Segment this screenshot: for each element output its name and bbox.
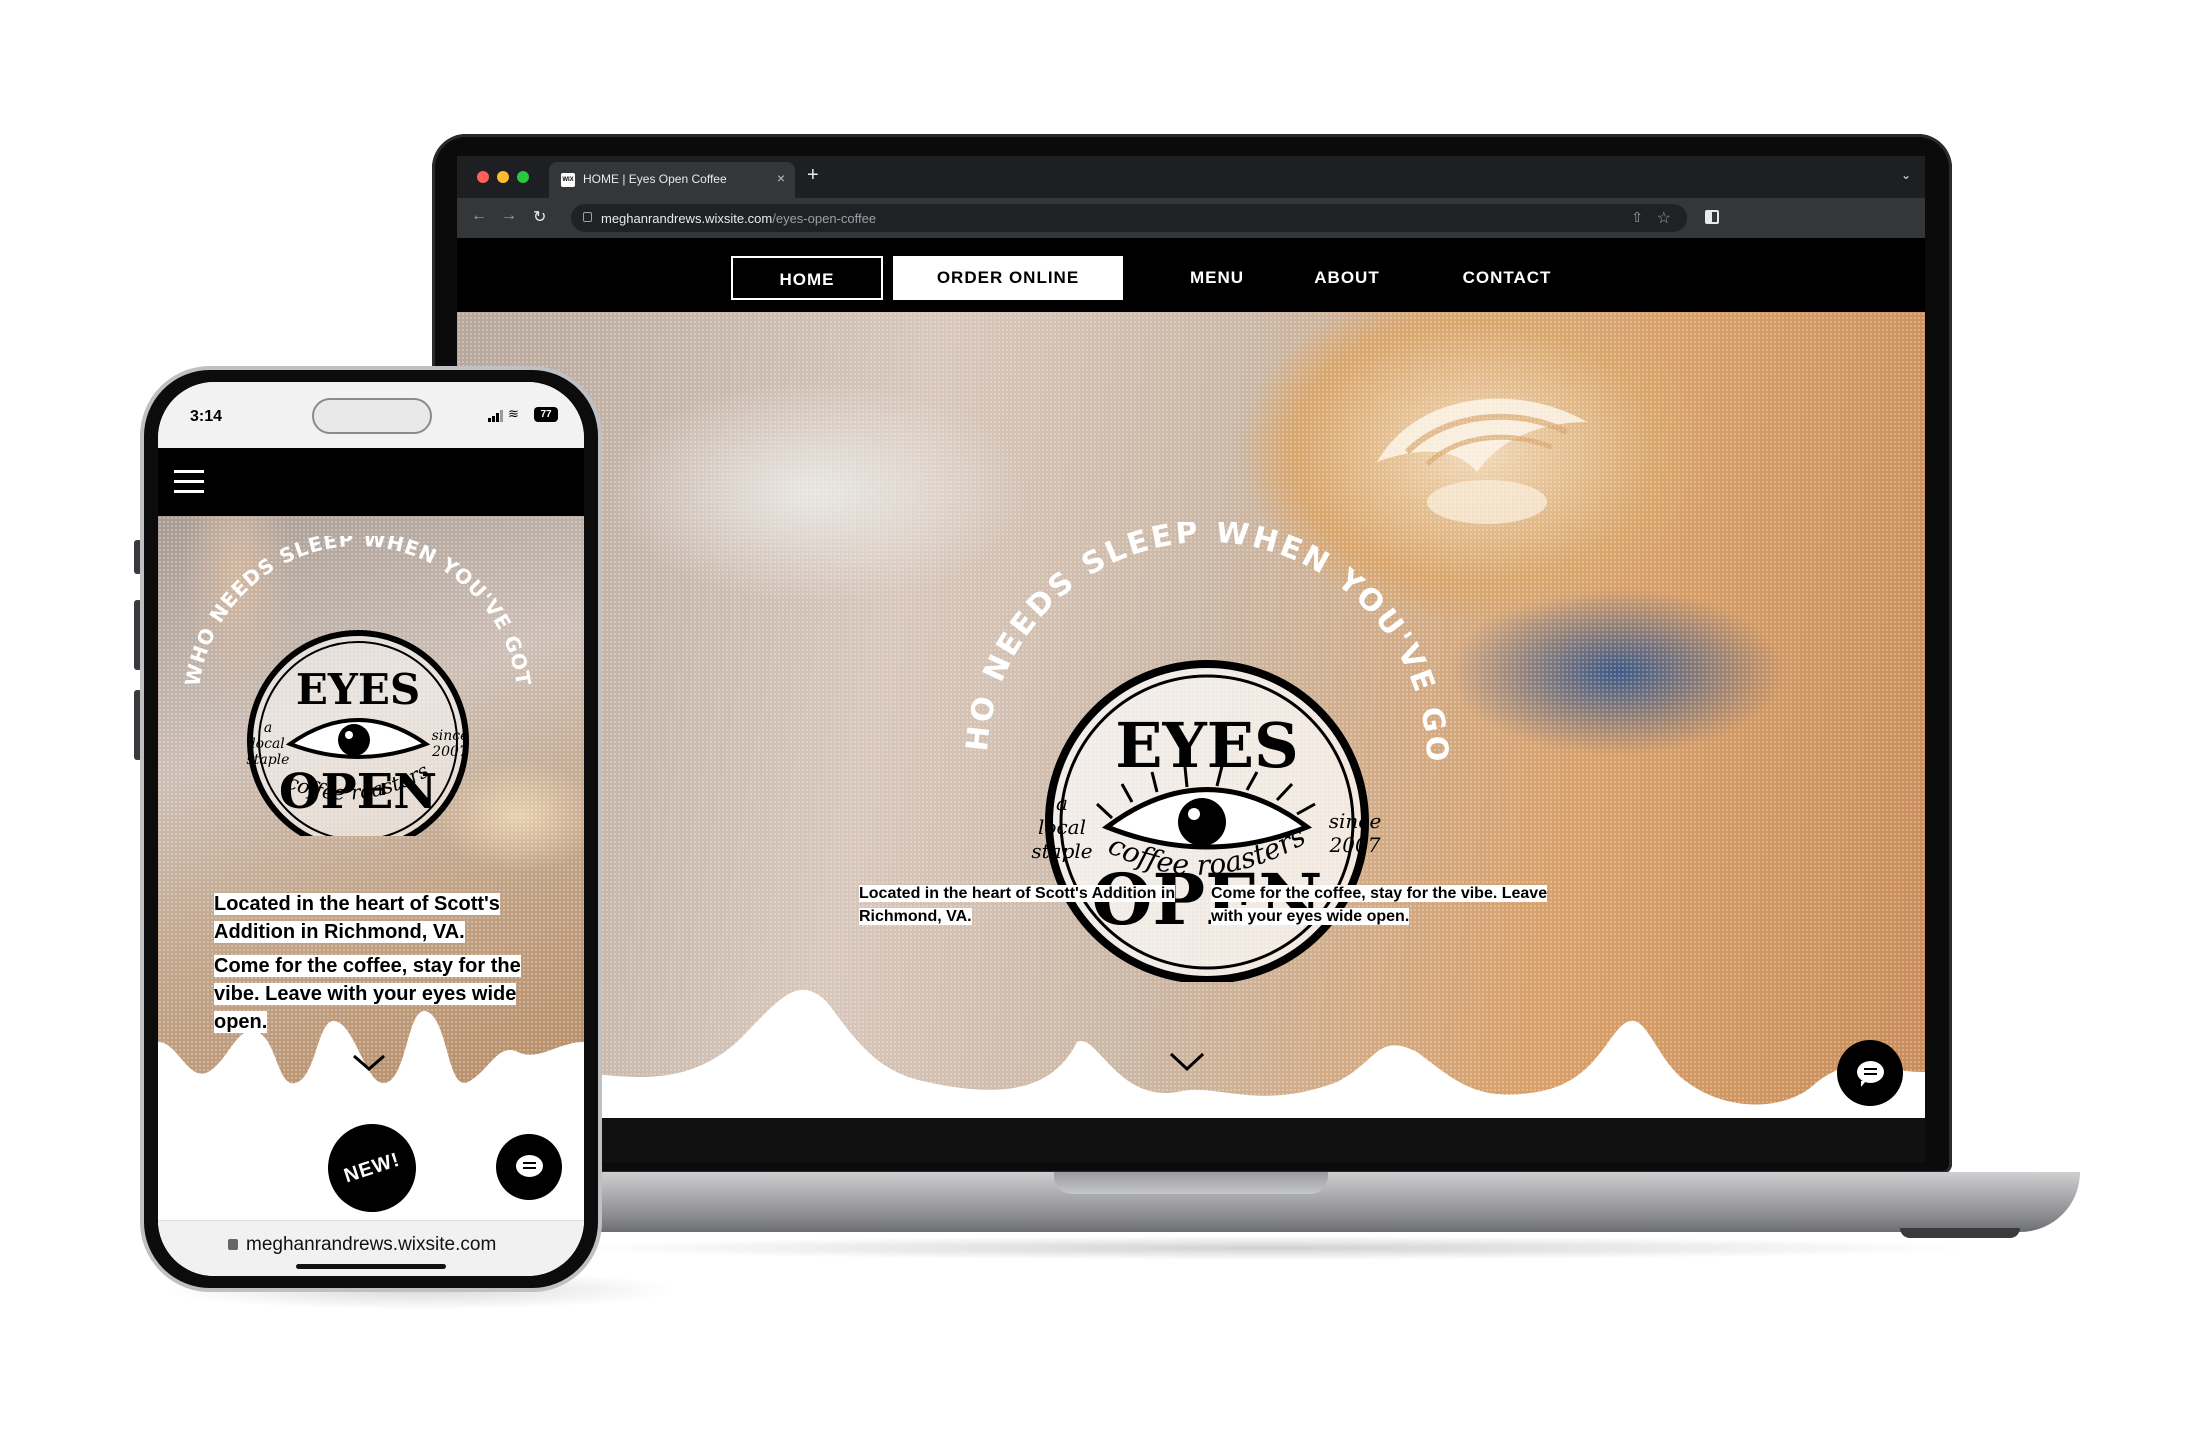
mobile-location-text: Located in the heart of Scott's Addition… — [214, 893, 500, 943]
nav-order-online[interactable]: ORDER ONLINE — [893, 256, 1123, 300]
laptop-foot — [1900, 1228, 2020, 1238]
nav-home[interactable]: HOME — [731, 256, 883, 300]
site-nav: HOME ORDER ONLINE MENU ABOUT CONTACT — [457, 238, 1925, 312]
nav-about[interactable]: ABOUT — [1277, 256, 1417, 300]
mobile-header — [158, 448, 584, 516]
laptop-screen: WIX HOME | Eyes Open Coffee × + ⌄ ← → ↻ … — [457, 156, 1925, 1162]
mobile-eyes-open-logo: WHO NEEDS SLEEP WHEN YOU'VE GOT EYES a l… — [180, 536, 535, 836]
phone-screen: 3:14 ≋ 77 WHO NEEDS SLEEP WHEN YOU'VE GO… — [158, 382, 584, 1276]
mobile-logo-tag-since: since — [432, 728, 469, 744]
laptop-notch — [1054, 1172, 1328, 1194]
wix-favicon-icon: WIX — [561, 173, 575, 187]
nav-menu[interactable]: MENU — [1157, 256, 1277, 300]
hero-section: WHO NEEDS SLEEP WHEN YOU'VE GOT EYES a l… — [457, 312, 1925, 1118]
reload-icon[interactable]: ↻ — [533, 207, 546, 227]
wifi-icon: ≋ — [508, 406, 519, 421]
share-icon[interactable]: ⇧ — [1631, 209, 1643, 226]
battery-icon: 77 — [534, 407, 558, 422]
hero-location-text: Located in the heart of Scott's Addition… — [859, 885, 1176, 925]
close-window-button[interactable] — [477, 171, 489, 183]
status-bar: 3:14 ≋ 77 — [158, 382, 584, 448]
logo-tag-staple: staple — [1031, 839, 1092, 863]
hero-drip-wave — [457, 989, 1925, 1118]
logo-tag-year: 2007 — [1329, 833, 1381, 857]
browser-tab-bar: WIX HOME | Eyes Open Coffee × + ⌄ — [457, 156, 1925, 198]
mobile-chevron-down-icon[interactable] — [352, 1054, 386, 1072]
tab-search-chevron-icon[interactable]: ⌄ — [1901, 168, 1911, 182]
logo-eyes-word: EYES — [1115, 709, 1299, 782]
new-tab-icon[interactable]: + — [807, 164, 819, 187]
home-indicator[interactable] — [296, 1264, 446, 1269]
mobile-logo-tag-a: a — [264, 720, 272, 736]
signal-icon — [488, 410, 503, 422]
back-arrow-icon[interactable]: ← — [471, 207, 487, 225]
mobile-logo-eyes-word: EYES — [296, 665, 420, 714]
bookmark-star-icon[interactable]: ☆ — [1657, 208, 1671, 228]
minimize-window-button[interactable] — [497, 171, 509, 183]
browser-toolbar: ← → ↻ meghanrandrews.wixsite.com/eyes-op… — [457, 198, 1925, 238]
lock-icon — [583, 212, 592, 222]
address-bar[interactable]: meghanrandrews.wixsite.com/eyes-open-cof… — [571, 204, 1687, 232]
forward-arrow-icon[interactable]: → — [501, 207, 517, 225]
maximize-window-button[interactable] — [517, 171, 529, 183]
mobile-logo-tag-year: 2007 — [431, 744, 468, 760]
address-url: meghanrandrews.wixsite.com/eyes-open-cof… — [601, 211, 877, 226]
logo-tag-since: since — [1329, 809, 1382, 833]
dynamic-island — [312, 398, 432, 434]
mobile-url-text: meghanrandrews.wixsite.com — [246, 1234, 497, 1255]
logo-tag-a: a — [1056, 791, 1068, 815]
laptop-shadow — [560, 1236, 1980, 1260]
logo-tag-local: local — [1038, 815, 1086, 839]
mobile-chat-icon[interactable] — [496, 1134, 562, 1200]
chat-icon[interactable] — [1837, 1040, 1903, 1106]
side-panel-icon[interactable] — [1705, 210, 1719, 224]
status-time: 3:14 — [190, 408, 223, 425]
browser-tab[interactable]: WIX HOME | Eyes Open Coffee × — [549, 162, 795, 198]
hamburger-icon[interactable] — [174, 470, 204, 473]
mobile-lock-icon — [228, 1239, 238, 1250]
nav-contact[interactable]: CONTACT — [1427, 256, 1587, 300]
mobile-logo-tag-local: local — [251, 736, 285, 752]
mockup-stage: WIX HOME | Eyes Open Coffee × + ⌄ ← → ↻ … — [0, 0, 2190, 1434]
tab-title: HOME | Eyes Open Coffee — [583, 172, 727, 186]
chevron-down-icon[interactable] — [1169, 1052, 1205, 1072]
hero-vibe-text: Come for the coffee, stay for the vibe. … — [1211, 885, 1548, 925]
tab-close-icon[interactable]: × — [777, 170, 785, 186]
